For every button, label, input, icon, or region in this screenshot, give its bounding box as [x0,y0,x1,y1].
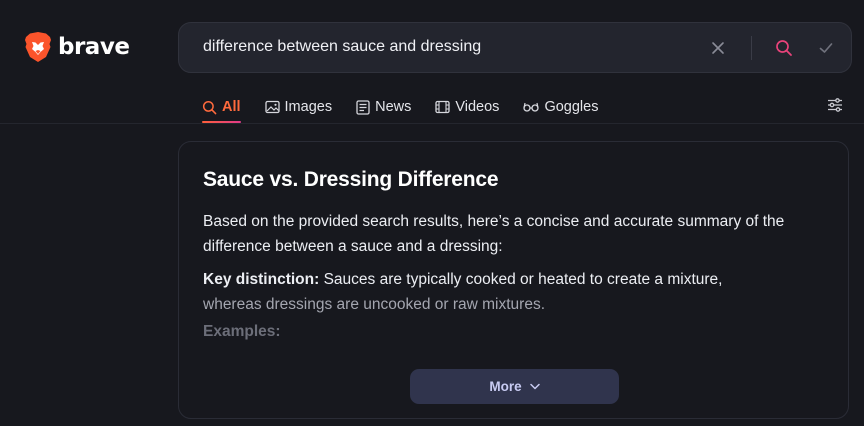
search-divider [751,36,752,60]
ai-answer-card: Sauce vs. Dressing Difference Based on t… [178,141,849,419]
news-icon [356,99,370,115]
answer-body: Based on the provided search results, he… [203,210,823,317]
search-bar [178,22,852,73]
tab-images[interactable]: Images [264,96,333,118]
chevron-down-icon [529,383,540,390]
answer-key-distinction: Key distinction: Sauces are typically co… [203,268,823,317]
tab-label: All [222,99,241,115]
tab-label: Goggles [544,99,599,115]
search-icon[interactable] [775,39,793,57]
key-distinction-text-faded: whereas dressings are uncooked or raw mi… [203,295,546,313]
check-icon[interactable] [817,39,835,57]
tab-label: Videos [455,99,500,115]
search-input[interactable] [203,38,683,56]
more-button-label: More [489,379,522,394]
goggles-icon [523,102,540,112]
key-distinction-label: Key distinction: [203,271,320,288]
tab-news[interactable]: News [356,96,411,118]
header-divider [0,123,864,124]
tab-all[interactable]: All [202,96,241,123]
more-button[interactable]: More [410,369,619,404]
filter-settings-icon[interactable] [827,97,843,118]
search-icon [202,100,217,114]
film-icon [435,100,451,114]
tab-label: Images [284,99,333,115]
tab-videos[interactable]: Videos [435,96,499,118]
answer-title: Sauce vs. Dressing Difference [203,168,499,191]
brand-wordmark: brave [58,34,130,60]
answer-intro: Based on the provided search results, he… [203,213,785,255]
tab-goggles[interactable]: Goggles [523,96,598,118]
search-tabs: All Images News Videos Goggles [202,96,622,123]
key-distinction-text: Sauces are typically cooked or heated to… [319,271,723,288]
brave-logo[interactable]: brave [24,31,130,63]
tab-label: News [375,99,412,115]
brave-lion-icon [25,32,51,62]
close-icon[interactable] [709,39,727,57]
image-icon [264,100,280,114]
examples-label: Examples: [203,323,281,340]
